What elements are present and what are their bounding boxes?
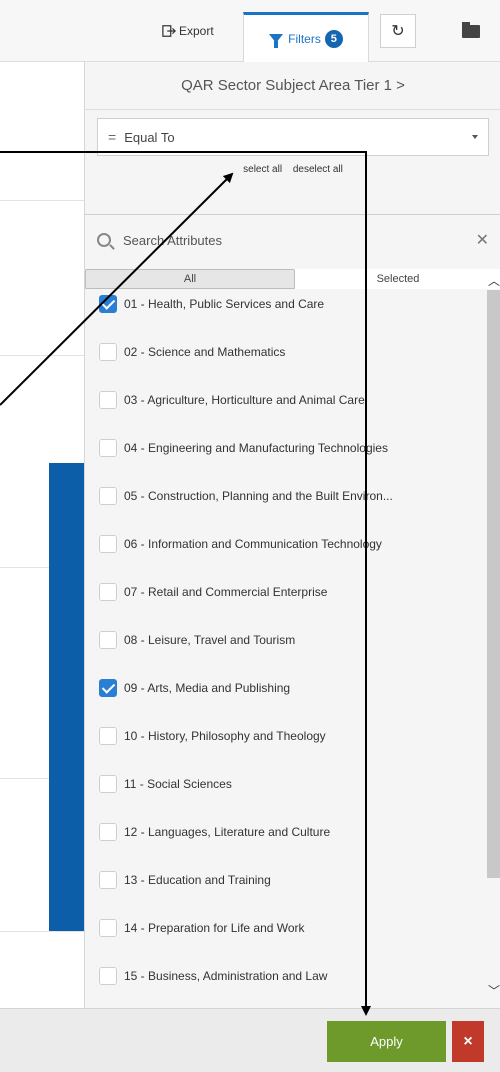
chevron-down-icon[interactable]: ﹀ bbox=[488, 982, 500, 999]
list-item-label: 14 - Preparation for Life and Work bbox=[124, 921, 305, 935]
list-item-label: 01 - Health, Public Services and Care bbox=[124, 297, 325, 311]
apply-button[interactable]: Apply bbox=[327, 1021, 446, 1062]
list-item[interactable]: 09 - Arts, Media and Publishing bbox=[99, 676, 290, 700]
list-item-label: 08 - Leisure, Travel and Tourism bbox=[124, 633, 296, 647]
tab-selected[interactable]: Selected bbox=[295, 269, 500, 289]
equals-icon: = bbox=[108, 129, 117, 145]
filters-count-badge: 5 bbox=[324, 29, 343, 48]
list-item-label: 06 - Information and Communication Techn… bbox=[124, 537, 382, 551]
list-item-label: 15 - Business, Administration and Law bbox=[124, 969, 328, 983]
filter-icon bbox=[269, 34, 284, 48]
list-item[interactable]: 15 - Business, Administration and Law bbox=[99, 964, 327, 988]
checkbox-checked[interactable] bbox=[99, 295, 117, 313]
search-input[interactable] bbox=[123, 232, 453, 248]
list-item-label: 02 - Science and Mathematics bbox=[124, 345, 286, 359]
cancel-button[interactable]: × bbox=[452, 1021, 484, 1062]
checkbox[interactable] bbox=[99, 439, 117, 457]
list-item[interactable]: 04 - Engineering and Manufacturing Techn… bbox=[99, 436, 388, 460]
checkbox[interactable] bbox=[99, 487, 117, 505]
list-item-label: 05 - Construction, Planning and the Buil… bbox=[124, 489, 393, 503]
checkbox[interactable] bbox=[99, 823, 117, 841]
checkbox[interactable] bbox=[99, 343, 117, 361]
checkbox-checked[interactable] bbox=[99, 679, 117, 697]
list-item[interactable]: 08 - Leisure, Travel and Tourism bbox=[99, 628, 295, 652]
tab-all[interactable]: All bbox=[85, 269, 295, 289]
list-item[interactable]: 10 - History, Philosophy and Theology bbox=[99, 724, 326, 748]
list-item[interactable]: 03 - Agriculture, Horticulture and Anima… bbox=[99, 388, 365, 412]
list-item-label: 09 - Arts, Media and Publishing bbox=[124, 681, 291, 695]
list-item[interactable]: 07 - Retail and Commercial Enterprise bbox=[99, 580, 327, 604]
select-all-link[interactable]: select all bbox=[243, 164, 282, 175]
deselect-all-link[interactable]: deselect all bbox=[293, 164, 343, 175]
checkbox[interactable] bbox=[99, 967, 117, 985]
reset-button[interactable]: ↻ bbox=[380, 14, 416, 48]
list-item-label: 12 - Languages, Literature and Culture bbox=[124, 825, 331, 839]
list-item-label: 04 - Engineering and Manufacturing Techn… bbox=[124, 441, 388, 455]
list-item[interactable]: 05 - Construction, Planning and the Buil… bbox=[99, 484, 393, 508]
export-label: Export bbox=[179, 24, 214, 38]
list-item-label: 03 - Agriculture, Horticulture and Anima… bbox=[124, 393, 365, 407]
search-row: ✕ bbox=[85, 222, 500, 258]
checkbox[interactable] bbox=[99, 919, 117, 937]
chevron-down-icon bbox=[472, 135, 478, 139]
panel-title[interactable]: QAR Sector Subject Area Tier 1 > bbox=[85, 62, 500, 110]
checkbox[interactable] bbox=[99, 727, 117, 745]
scrollbar[interactable]: ︿ ﹀ bbox=[485, 272, 500, 1008]
close-icon[interactable]: ✕ bbox=[476, 230, 489, 250]
chart-bar bbox=[49, 463, 84, 931]
list-item-label: 13 - Education and Training bbox=[124, 873, 271, 887]
list-item[interactable]: 13 - Education and Training bbox=[99, 868, 271, 892]
checkbox[interactable] bbox=[99, 871, 117, 889]
divider bbox=[0, 931, 84, 932]
filters-button[interactable]: Filters 5 bbox=[243, 12, 369, 62]
folder-icon bbox=[462, 21, 480, 38]
list-tabs: All Selected bbox=[85, 269, 500, 289]
checkbox[interactable] bbox=[99, 535, 117, 553]
checkbox[interactable] bbox=[99, 391, 117, 409]
divider bbox=[85, 214, 500, 215]
top-toolbar: Export Filters 5 ↻ bbox=[0, 0, 500, 62]
list-item[interactable]: 02 - Science and Mathematics bbox=[99, 340, 285, 364]
reset-icon: ↻ bbox=[391, 23, 405, 40]
checkbox[interactable] bbox=[99, 775, 117, 793]
filter-panel: QAR Sector Subject Area Tier 1 > = Equal… bbox=[84, 62, 500, 1008]
folder-button[interactable] bbox=[456, 14, 486, 48]
checkbox[interactable] bbox=[99, 583, 117, 601]
operator-select[interactable]: = Equal To bbox=[97, 118, 489, 156]
operator-value: Equal To bbox=[124, 129, 175, 145]
divider bbox=[0, 355, 84, 356]
list-item[interactable]: 12 - Languages, Literature and Culture bbox=[99, 820, 330, 844]
close-icon: × bbox=[463, 1032, 473, 1050]
list-item-label: 07 - Retail and Commercial Enterprise bbox=[124, 585, 328, 599]
list-item[interactable]: 06 - Information and Communication Techn… bbox=[99, 532, 382, 556]
list-item[interactable]: 14 - Preparation for Life and Work bbox=[99, 916, 305, 940]
chevron-up-icon[interactable]: ︿ bbox=[488, 272, 500, 289]
checkbox[interactable] bbox=[99, 631, 117, 649]
filter-screen: Export Filters 5 ↻ QAR Sector Subject Ar… bbox=[0, 0, 500, 1072]
search-icon bbox=[97, 233, 111, 247]
export-icon bbox=[162, 25, 176, 37]
scrollbar-thumb[interactable] bbox=[487, 290, 500, 878]
divider bbox=[0, 200, 84, 201]
list-item-label: 10 - History, Philosophy and Theology bbox=[124, 729, 326, 743]
filters-label: Filters bbox=[288, 31, 321, 46]
list-item-label: 11 - Social Sciences bbox=[124, 777, 232, 791]
select-links: select all deselect all bbox=[85, 164, 500, 175]
export-button[interactable]: Export bbox=[162, 14, 232, 48]
list-item[interactable]: 11 - Social Sciences bbox=[99, 772, 232, 796]
panel-footer: Apply × bbox=[0, 1008, 500, 1072]
list-item[interactable]: 01 - Health, Public Services and Care bbox=[99, 292, 324, 316]
